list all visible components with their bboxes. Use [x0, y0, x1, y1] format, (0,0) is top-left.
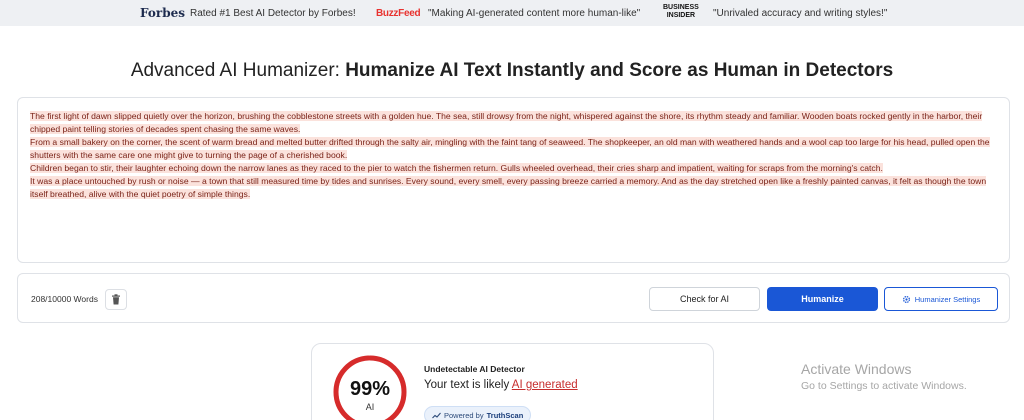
powered-by-prefix: Powered by	[444, 410, 484, 420]
word-count: 208/10000 Words	[31, 294, 98, 304]
editor-paragraph: From a small bakery on the corner, the s…	[30, 136, 1002, 162]
editor-paragraph: The first light of dawn slipped quietly …	[30, 110, 1002, 136]
forbes-logo: Forbes	[140, 6, 185, 20]
business-insider-logo-line1: BUSINESS	[663, 4, 699, 11]
highlighted-text: The first light of dawn slipped quietly …	[30, 111, 983, 134]
forbes-quote: Rated #1 Best AI Detector by Forbes!	[190, 8, 356, 19]
trash-icon	[112, 294, 120, 305]
press-bar: Forbes Rated #1 Best AI Detector by Forb…	[0, 0, 1024, 26]
page-title: Advanced AI Humanizer: Humanize AI Text …	[0, 60, 1024, 82]
detector-result: Your text is likely AI generated	[424, 379, 578, 391]
action-bar: 208/10000 Words Check for AI Humanize Hu…	[17, 273, 1010, 323]
clear-text-button[interactable]	[105, 289, 127, 310]
buzzfeed-logo: BuzzFeed	[376, 8, 421, 19]
humanizer-settings-button[interactable]: Humanizer Settings	[884, 287, 998, 311]
ai-score-caption: AI	[365, 402, 375, 412]
humanize-button[interactable]: Humanize	[767, 287, 878, 311]
editor-paragraph: It was a place untouched by rush or nois…	[30, 175, 1002, 201]
ai-score-percent: 99%	[349, 378, 391, 400]
highlighted-text: It was a place untouched by rush or nois…	[30, 176, 987, 199]
editor-paragraph: Children began to stir, their laughter e…	[30, 162, 1002, 175]
business-insider-quote: "Unrivaled accuracy and writing styles!"	[713, 8, 888, 19]
business-insider-logo-line2: INSIDER	[666, 12, 696, 19]
editor-text[interactable]: The first light of dawn slipped quietly …	[30, 110, 1002, 201]
buzzfeed-quote: "Making AI-generated content more human-…	[428, 8, 641, 19]
windows-activation-watermark: Activate Windows Go to Settings to activ…	[801, 361, 967, 392]
humanizer-settings-label: Humanizer Settings	[914, 294, 981, 304]
activate-windows-title: Activate Windows	[801, 361, 912, 377]
detector-title: Undetectable AI Detector	[424, 364, 525, 374]
highlighted-text: From a small bakery on the corner, the s…	[30, 137, 990, 160]
trend-icon	[432, 412, 441, 418]
ai-generated-link[interactable]: AI generated	[512, 379, 578, 391]
highlighted-text: Children began to stir, their laughter e…	[30, 163, 883, 173]
text-editor[interactable]: The first light of dawn slipped quietly …	[17, 97, 1010, 263]
page-title-lead: Advanced AI Humanizer:	[130, 60, 346, 81]
detector-result-prefix: Your text is likely	[424, 379, 512, 391]
business-insider-logo: BUSINESS INSIDER	[663, 4, 699, 20]
page-title-strong: Humanize AI Text Instantly and Score as …	[345, 60, 894, 81]
activate-windows-subtitle: Go to Settings to activate Windows.	[801, 380, 967, 392]
truthscan-brand: TruthScan	[486, 410, 524, 420]
powered-by-badge[interactable]: Powered by TruthScan	[424, 406, 532, 420]
gear-icon	[902, 295, 910, 303]
check-for-ai-button[interactable]: Check for AI	[649, 287, 760, 311]
ai-detector-card: 99% AI Undetectable AI Detector Your tex…	[311, 343, 714, 420]
